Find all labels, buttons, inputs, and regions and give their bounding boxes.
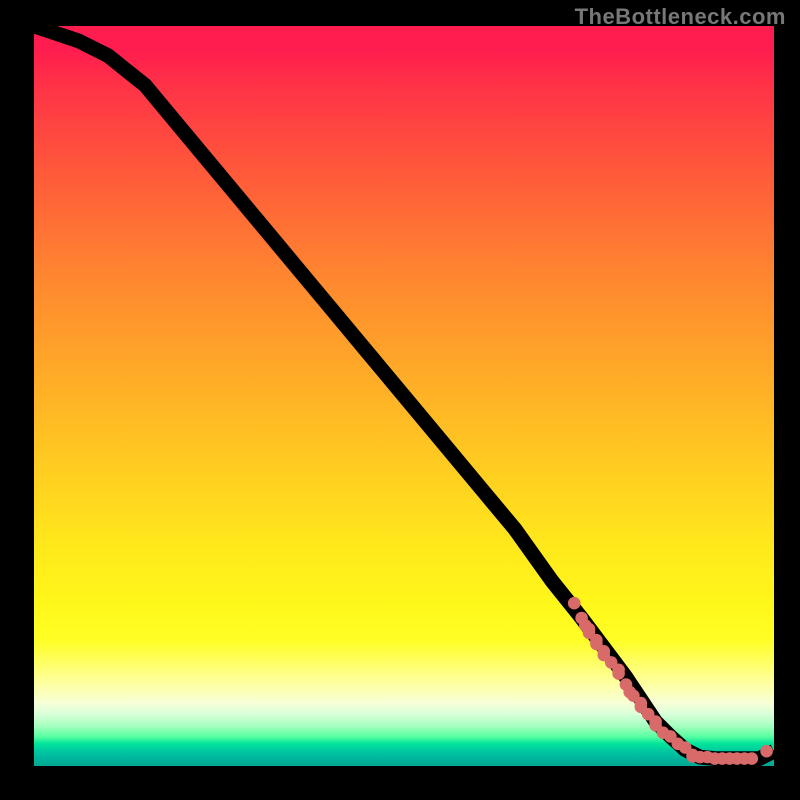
data-point: [612, 667, 625, 680]
watermark-label: TheBottleneck.com: [575, 4, 786, 30]
chart-container: TheBottleneck.com: [0, 0, 800, 800]
data-points: [568, 597, 773, 765]
plot-area: [34, 26, 774, 766]
chart-svg: [34, 26, 774, 766]
data-point: [760, 745, 773, 758]
x-axis: [34, 766, 774, 770]
data-point: [746, 752, 759, 765]
data-point: [568, 597, 581, 610]
y-axis: [30, 26, 34, 770]
curve-line: [34, 26, 774, 759]
